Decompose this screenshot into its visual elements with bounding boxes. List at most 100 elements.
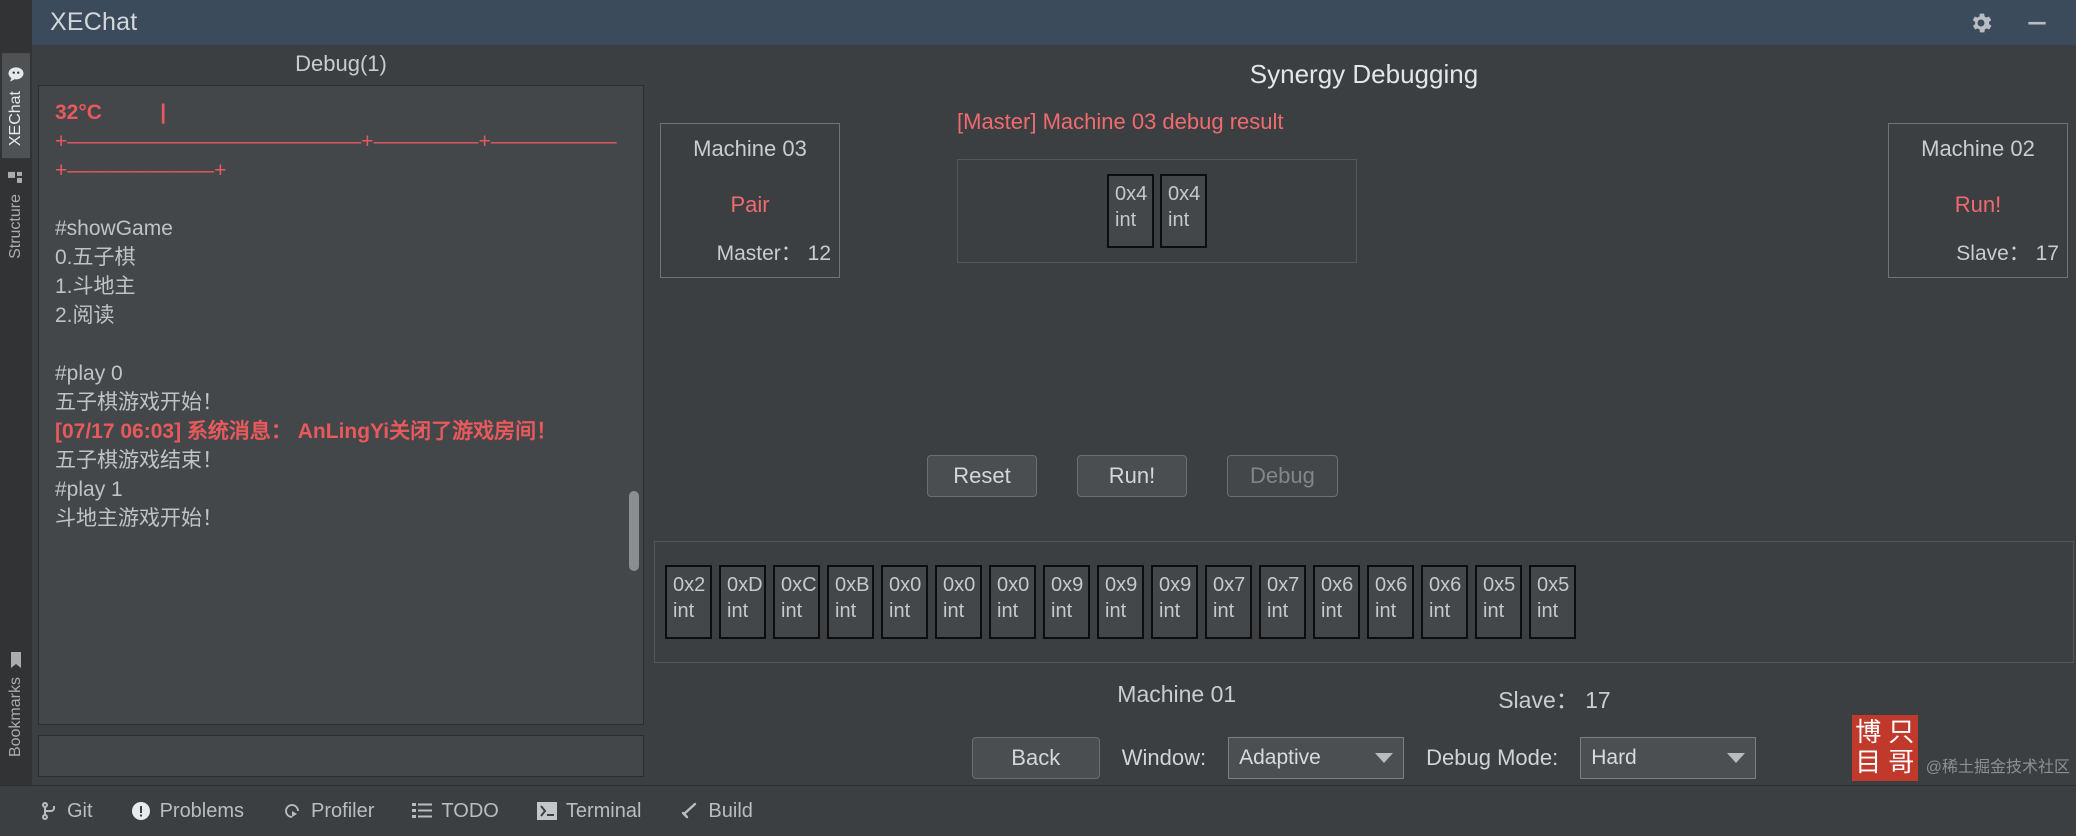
window-select[interactable]: Adaptive [1228,737,1405,779]
title-bar: XEChat [0,0,2076,45]
cell-type: int [1483,600,1505,622]
cell-type: int [1051,600,1073,622]
watermark-char: 博 [1855,718,1882,748]
log-line: #play 0 [55,362,123,385]
panel-title: Debug(1) [295,51,387,76]
memory-cell[interactable]: 0x9 int [1043,565,1090,639]
memory-cell[interactable]: 0x0 int [989,565,1036,639]
minimize-icon[interactable] [2022,8,2052,38]
cell-value: 0x7 [1267,574,1300,596]
cell-type: int [835,600,857,622]
status-item-terminal[interactable]: Terminal [536,800,641,823]
chat-bubble-icon [7,65,25,83]
machine01-label: Machine 01 [1117,681,1237,707]
machine01-status-row: Machine 01 Slave： 17 [652,681,2076,715]
watermark-stamp: 博只目哥 [1851,715,1918,781]
cell-value: 0x6 [1429,574,1462,596]
machine-card-right[interactable]: Machine 02 Run! Slave： 17 [1888,123,2068,278]
memory-cell[interactable]: 0x6 int [1313,565,1360,639]
cell-value: 0x4 [1115,183,1148,205]
status-item-label: TODO [441,799,499,822]
machine-state: Pair [730,192,770,217]
status-item-build[interactable]: Build [679,800,753,823]
memory-cell[interactable]: 0xC int [773,565,820,639]
profiler-icon [282,801,302,821]
memory-cell[interactable]: 0x6 int [1367,565,1414,639]
watermark-credit: @稀土掘金技术社区 [1925,759,2070,776]
cell-type: int [889,600,911,622]
gear-icon[interactable] [1966,8,1996,38]
machine-card-left[interactable]: Machine 03 Pair Master： 12 [660,123,840,278]
cell-value: 0x7 [1213,574,1246,596]
log-line: #showGame [55,217,173,240]
memory-cell[interactable]: 0x7 int [1205,565,1252,639]
reset-button[interactable]: Reset [927,455,1037,497]
cell-type: int [997,600,1019,622]
memory-cell[interactable]: 0x7 int [1259,565,1306,639]
log-line: 0.五子棋 [55,246,136,269]
memory-cell[interactable]: 0x5 int [1475,565,1522,639]
watermark-char: 哥 [1888,748,1915,778]
cell-value: 0x6 [1375,574,1408,596]
debug-result-cell[interactable]: 0x4 int [1160,174,1207,248]
debug-result-cells: 0x4 int 0x4 int [957,159,1357,263]
status-item-label: Problems [159,799,245,822]
memory-cell[interactable]: 0x0 int [881,565,928,639]
memory-cell-strip: 0x2 int 0xD int 0xC int 0xB int 0x0 int 0x0 int 0x0 i… [654,541,2074,663]
log-line: 五子棋游戏结束！ [55,449,223,472]
memory-cell[interactable]: 0x5 int [1529,565,1576,639]
memory-cell[interactable]: 0xB int [827,565,874,639]
memory-cell[interactable]: 0x6 int [1421,565,1468,639]
memory-cell[interactable]: 0x9 int [1097,565,1144,639]
status-item-profiler[interactable]: Profiler [282,800,374,823]
log-scrollbar[interactable] [629,491,639,571]
status-bar: Git Problems Profiler TODO Terminal Build [0,785,2076,836]
debug-mode-select[interactable]: Hard [1580,737,1757,779]
sidebar-item-structure[interactable]: Structure [2,158,30,271]
sidebar-item-xechat[interactable]: XEChat [2,53,30,159]
log-container: 32°C | +——————————————+—————+—————— +—————… [38,85,644,725]
status-item-label: Git [67,799,93,822]
debug-button: Debug [1227,455,1338,497]
page-title: Synergy Debugging [1249,59,1479,89]
memory-cell[interactable]: 0x2 int [665,565,712,639]
window-body: XEChat Structure Bookmarks Debug(1) 32°C… [0,45,2076,785]
status-item-problems[interactable]: Problems [131,800,244,823]
message-input[interactable] [49,745,633,767]
status-item-label: Profiler [311,799,375,822]
cell-value: 0x2 [673,574,706,596]
cell-type: int [1159,600,1181,622]
window-select-value: Adaptive [1239,746,1321,769]
cell-value: 0x0 [997,574,1030,596]
chevron-down-icon [1727,753,1746,763]
synergy-debugging-panel: Synergy Debugging Machine 03 Pair Master… [652,45,2076,785]
cell-value: 0x0 [943,574,976,596]
message-input-container[interactable] [38,735,644,777]
cell-value: 0x9 [1159,574,1192,596]
machine-role: Master： 12 [716,242,831,265]
cell-value: 0x5 [1537,574,1570,596]
back-button[interactable]: Back [971,737,1100,779]
cell-type: int [1105,600,1127,622]
cell-type: int [781,600,803,622]
debug-result-cell[interactable]: 0x4 int [1107,174,1154,248]
machine-name: Machine 03 [693,136,807,161]
chevron-down-icon [1375,753,1394,763]
log-line: 32°C | [55,101,167,124]
watermark-char: 只 [1888,718,1915,748]
memory-cell[interactable]: 0x0 int [935,565,982,639]
status-item-todo[interactable]: TODO [412,799,499,823]
debug-result-label: [Master] Machine 03 debug result [957,109,1284,134]
memory-cell[interactable]: 0xD int [719,565,766,639]
window-label: Window: [1121,745,1207,770]
debug-mode-label: Debug Mode: [1426,745,1559,770]
watermark: 博只目哥 @稀土掘金技术社区 [1851,715,2070,781]
sidebar-item-bookmarks[interactable]: Bookmarks [2,639,30,769]
status-item-git[interactable]: Git [40,800,93,823]
memory-cell[interactable]: 0x9 int [1151,565,1198,639]
log-line: 2.阅读 [55,304,115,327]
cell-value: 0xD [727,574,763,596]
machine-state: Run! [1954,192,2002,217]
run-button[interactable]: Run! [1077,455,1187,497]
